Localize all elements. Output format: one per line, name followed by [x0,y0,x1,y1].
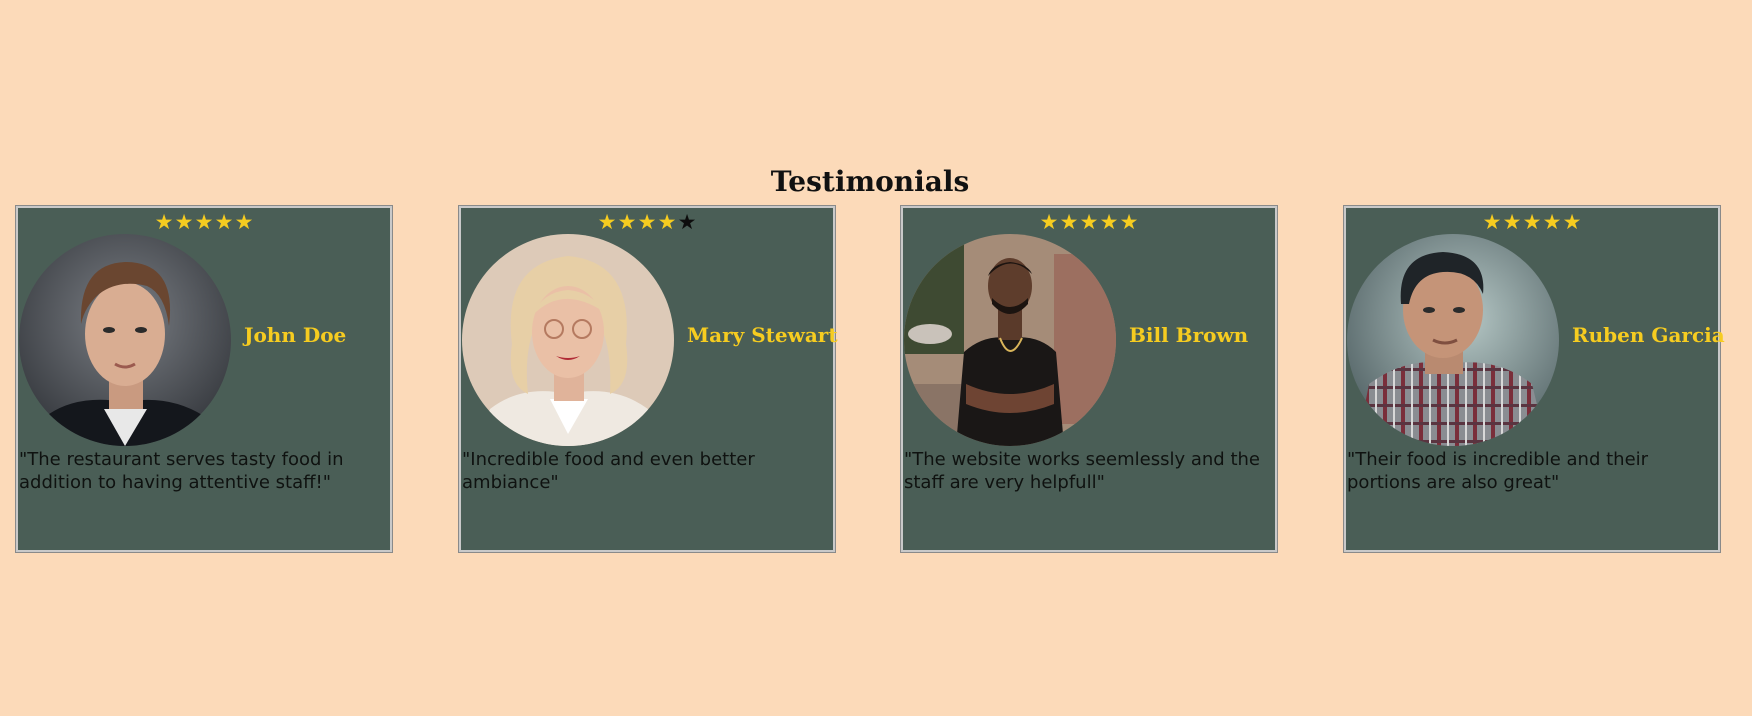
star-filled-icon: ★ [617,210,637,234]
star-filled-icon: ★ [154,210,174,234]
avatar [1347,234,1559,446]
star-filled-icon: ★ [1502,210,1522,234]
avatar [462,234,674,446]
testimonial-quote: "The website works seemlessly and the st… [904,449,1260,493]
young-man-portrait-icon [19,234,231,446]
star-rating: ★★★★★ [461,210,833,234]
star-filled-icon: ★ [1522,210,1542,234]
star-filled-icon: ★ [657,210,677,234]
blonde-woman-portrait-icon [462,234,674,446]
avatar [904,234,1116,446]
reviewer-name: John Doe [244,323,347,347]
avatar [19,234,231,446]
star-rating: ★★★★★ [18,210,390,234]
star-filled-icon: ★ [1059,210,1079,234]
man-plaid-shirt-portrait-icon [1347,234,1559,446]
man-street-portrait-icon [904,234,1116,446]
testimonial-card: ★★★★★ John Doe "The restaurant serves ta… [15,205,393,553]
testimonials-page: Testimonials ★★★★★ John Doe "The restaur… [0,0,1752,716]
star-filled-icon: ★ [637,210,657,234]
star-filled-icon: ★ [1482,210,1502,234]
star-filled-icon: ★ [1039,210,1059,234]
testimonial-card: ★★★★★ Mary Stewart "Incredible food and … [458,205,838,553]
star-filled-icon: ★ [1562,210,1582,234]
star-filled-icon: ★ [214,210,234,234]
star-filled-icon: ★ [234,210,254,234]
testimonial-quote: "The restaurant serves tasty food in add… [19,449,344,493]
star-filled-icon: ★ [1079,210,1099,234]
testimonial-card: ★★★★★ Ruben Garcia "Their food is incred… [1343,205,1725,553]
section-title: Testimonials [770,165,970,198]
star-filled-icon: ★ [174,210,194,234]
star-rating: ★★★★★ [1346,210,1718,234]
star-empty-icon: ★ [677,210,697,234]
star-filled-icon: ★ [1099,210,1119,234]
testimonial-quote: "Their food is incredible and their port… [1347,449,1649,493]
star-filled-icon: ★ [597,210,617,234]
testimonial-quote: "Incredible food and even better ambianc… [462,449,755,493]
star-filled-icon: ★ [194,210,214,234]
reviewer-name: Ruben Garcia [1572,323,1725,347]
reviewer-name: Bill Brown [1129,323,1249,347]
star-rating: ★★★★★ [903,210,1275,234]
testimonial-card: ★★★★★ Bill Brown "The website works seem… [900,205,1278,553]
star-filled-icon: ★ [1119,210,1139,234]
reviewer-name: Mary Stewart [687,323,838,347]
star-filled-icon: ★ [1542,210,1562,234]
